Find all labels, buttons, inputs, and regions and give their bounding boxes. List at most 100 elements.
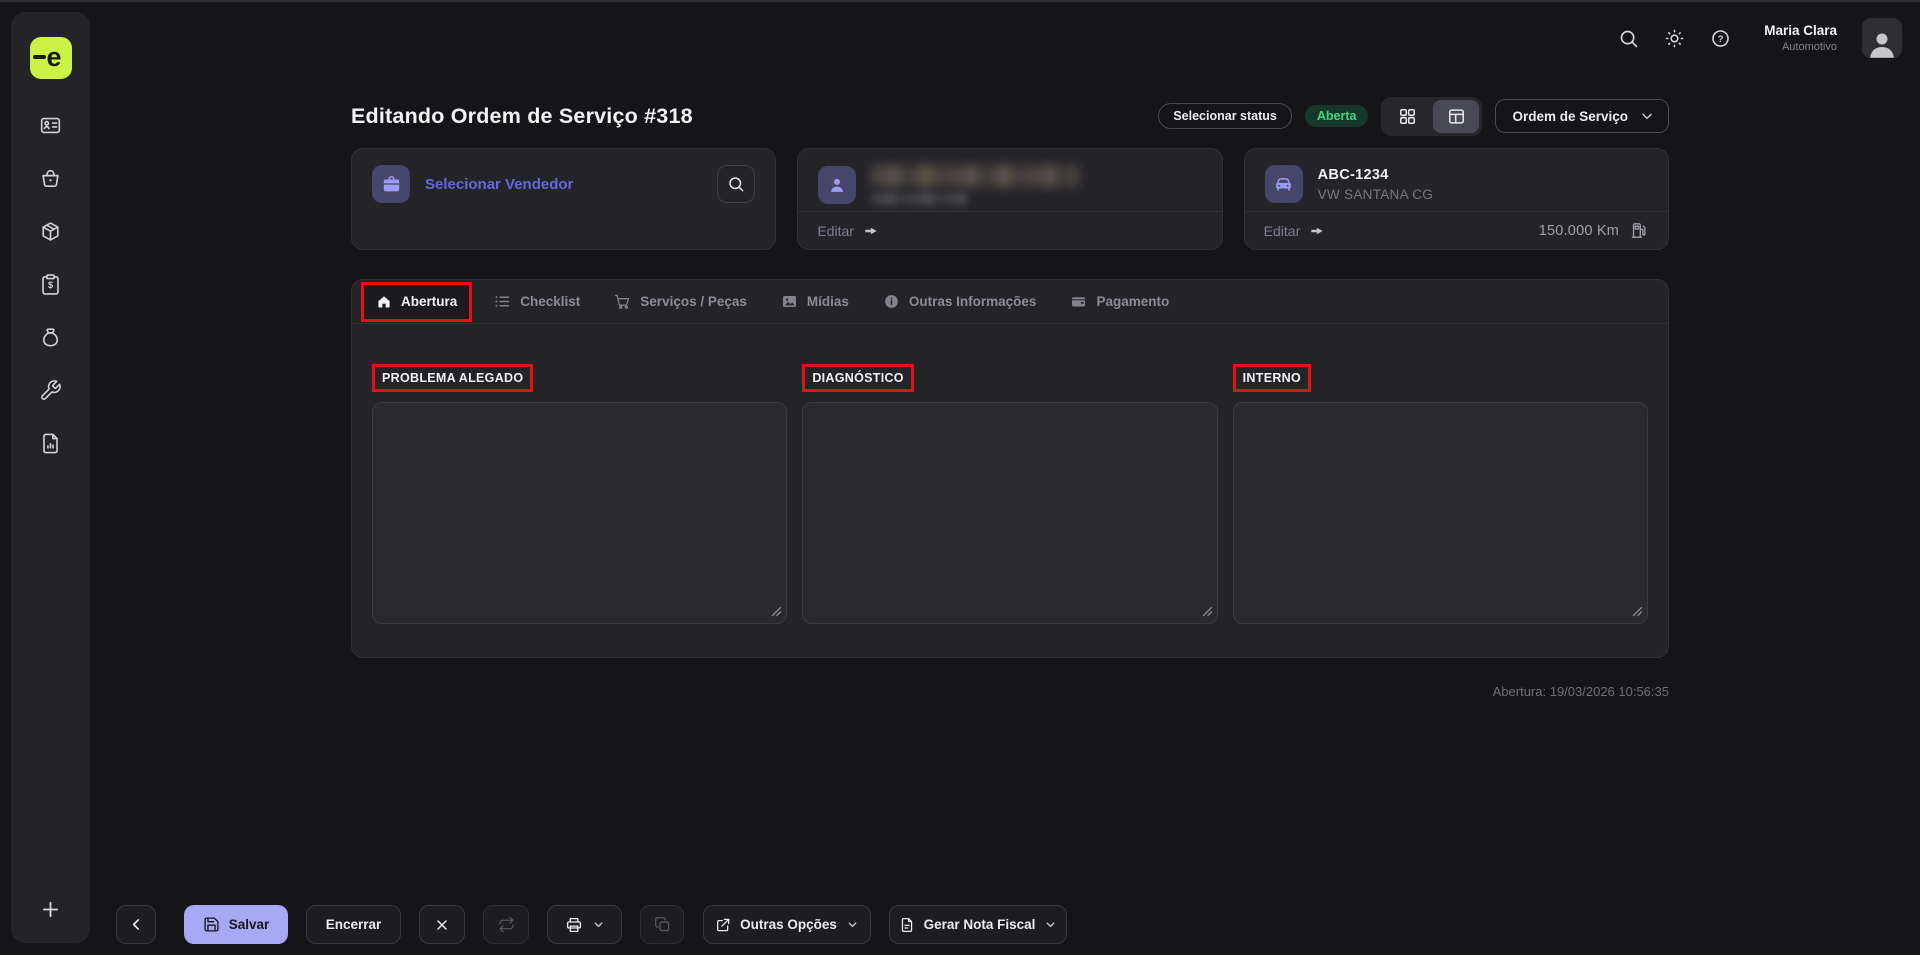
- sidebar-nav: $: [39, 113, 63, 455]
- vehicle-plate: ABC-1234: [1317, 166, 1389, 183]
- diagnostico-textarea[interactable]: [802, 402, 1218, 624]
- close-order-button[interactable]: Encerrar: [306, 905, 401, 944]
- problema-alegado-textarea[interactable]: [372, 402, 788, 624]
- chevron-down-icon: [1639, 108, 1655, 124]
- grid-view-icon: [1398, 107, 1417, 126]
- annotation-box-problema-alegado: PROBLEMA ALEGADO: [372, 364, 534, 392]
- user-icon: [818, 166, 857, 204]
- annotation-box-abertura: Abertura: [361, 281, 473, 322]
- cart-icon: [614, 293, 631, 310]
- odometer: 150.000 Km: [1539, 221, 1649, 240]
- table-view-button[interactable]: [1433, 99, 1480, 133]
- tab-label: Abertura: [401, 294, 458, 309]
- tab-label: Pagamento: [1096, 294, 1170, 309]
- brightness-icon[interactable]: [1664, 28, 1685, 49]
- close-order-label: Encerrar: [325, 917, 382, 932]
- vehicle-edit-label: Editar: [1263, 222, 1301, 239]
- cards-row: Selecionar Vendedor Editar ABC-1234 VW S…: [351, 148, 1669, 250]
- arrow-right-icon: [1309, 223, 1325, 239]
- tab-label: Outras Informações: [908, 294, 1037, 309]
- redacted-line-1: [871, 165, 1079, 187]
- sidebar-item-finance[interactable]: [39, 325, 63, 349]
- tab-label: Serviços / Peças: [640, 294, 747, 309]
- vendor-search-button[interactable]: [717, 165, 756, 203]
- tabbar: Abertura Checklist Serviços / Peças Mídi…: [352, 280, 1668, 324]
- cancel-button[interactable]: [419, 905, 465, 944]
- sidebar-item-customers[interactable]: [39, 113, 63, 137]
- copy-icon: [654, 916, 671, 933]
- select-vendor-link[interactable]: Selecionar Vendedor: [425, 176, 573, 193]
- help-icon[interactable]: ?: [1710, 28, 1731, 49]
- tab-servicos-pecas[interactable]: Serviços / Peças: [614, 293, 747, 310]
- user-block: Maria Clara Automotivo: [1764, 23, 1837, 53]
- duplicate-button[interactable]: [640, 905, 684, 944]
- vehicle-edit-link[interactable]: Editar: [1264, 223, 1326, 239]
- arrow-right-icon: [863, 223, 879, 239]
- checklist-icon: [494, 293, 511, 310]
- tab-pagamento[interactable]: Pagamento: [1070, 293, 1169, 310]
- sidebar-add-button[interactable]: [39, 897, 63, 921]
- table-view-icon: [1447, 107, 1466, 126]
- vehicle-info: ABC-1234 VW SANTANA CG: [1318, 167, 1433, 202]
- app-logo[interactable]: e: [29, 37, 72, 79]
- bottom-toolbar: Salvar Encerrar Outras Opções Gerar Nota…: [116, 905, 1067, 944]
- tab-label: Checklist: [520, 294, 581, 309]
- generate-invoice-button[interactable]: Gerar Nota Fiscal: [889, 905, 1067, 944]
- customer-card: Editar: [797, 148, 1223, 250]
- close-icon: [434, 917, 450, 933]
- field-label: PROBLEMA ALEGADO: [382, 371, 524, 385]
- customer-edit-link[interactable]: Editar: [817, 223, 879, 239]
- field-interno: INTERNO: [1232, 364, 1648, 624]
- wrench-icon: [39, 379, 62, 402]
- search-icon: [727, 175, 745, 193]
- tab-abertura[interactable]: Abertura: [364, 284, 470, 319]
- document-type-label: Ordem de Serviço: [1512, 108, 1628, 124]
- sidebar-item-products[interactable]: [39, 219, 63, 243]
- app-window: e $ ? Maria Clara Automotivo Editando Or…: [0, 0, 1920, 955]
- external-link-icon: [715, 917, 731, 933]
- search-icon[interactable]: [1618, 28, 1639, 49]
- wallet-icon: [1070, 293, 1087, 310]
- print-button[interactable]: [547, 905, 622, 944]
- interno-textarea[interactable]: [1232, 402, 1648, 624]
- tab-midias[interactable]: Mídias: [781, 293, 849, 310]
- head-controls: Selecionar status Aberta Ordem de Serviç…: [1158, 96, 1669, 136]
- field-diagnostico: DIAGNÓSTICO: [802, 364, 1218, 624]
- grid-view-button[interactable]: [1384, 100, 1430, 133]
- chevron-down-icon: [592, 918, 605, 931]
- info-icon: [883, 293, 900, 310]
- image-icon: [781, 293, 798, 310]
- logo-letter: e: [46, 41, 62, 72]
- page-title: Editando Ordem de Serviço #318: [351, 103, 693, 128]
- customer-edit-label: Editar: [817, 222, 854, 239]
- refresh-icon: [498, 916, 515, 933]
- customer-name-redacted: [871, 165, 1079, 205]
- printer-icon: [565, 916, 583, 934]
- tab-outras-informacoes[interactable]: Outras Informações: [883, 293, 1037, 310]
- svg-text:$: $: [48, 280, 53, 290]
- odometer-value: 150.000 Km: [1538, 222, 1619, 239]
- opened-at-timestamp: Abertura: 19/03/2026 10:56:35: [1492, 684, 1669, 699]
- sidebar-item-reports[interactable]: [39, 431, 63, 455]
- save-button[interactable]: Salvar: [184, 905, 288, 944]
- chevron-down-icon: [1044, 918, 1057, 931]
- car-icon: [1264, 165, 1303, 203]
- status-selector-button[interactable]: Selecionar status: [1158, 103, 1292, 129]
- chevron-down-icon: [846, 918, 859, 931]
- field-problema-alegado: PROBLEMA ALEGADO: [372, 364, 788, 624]
- other-options-button[interactable]: Outras Opções: [703, 905, 871, 944]
- document-type-dropdown[interactable]: Ordem de Serviço: [1495, 99, 1669, 133]
- fuel-icon[interactable]: [1630, 221, 1649, 240]
- refresh-button[interactable]: [483, 905, 529, 944]
- avatar[interactable]: [1862, 18, 1902, 58]
- sidebar-item-services[interactable]: [39, 378, 63, 402]
- plus-icon: [39, 898, 62, 921]
- sidebar-item-sales[interactable]: [39, 166, 63, 190]
- user-name: Maria Clara: [1764, 23, 1837, 38]
- chevron-left-icon: [128, 916, 145, 933]
- tab-checklist[interactable]: Checklist: [494, 293, 580, 310]
- field-label: DIAGNÓSTICO: [812, 371, 904, 385]
- sidebar-item-billing[interactable]: $: [39, 272, 63, 296]
- back-button[interactable]: [116, 905, 156, 944]
- other-options-label: Outras Opções: [740, 917, 837, 932]
